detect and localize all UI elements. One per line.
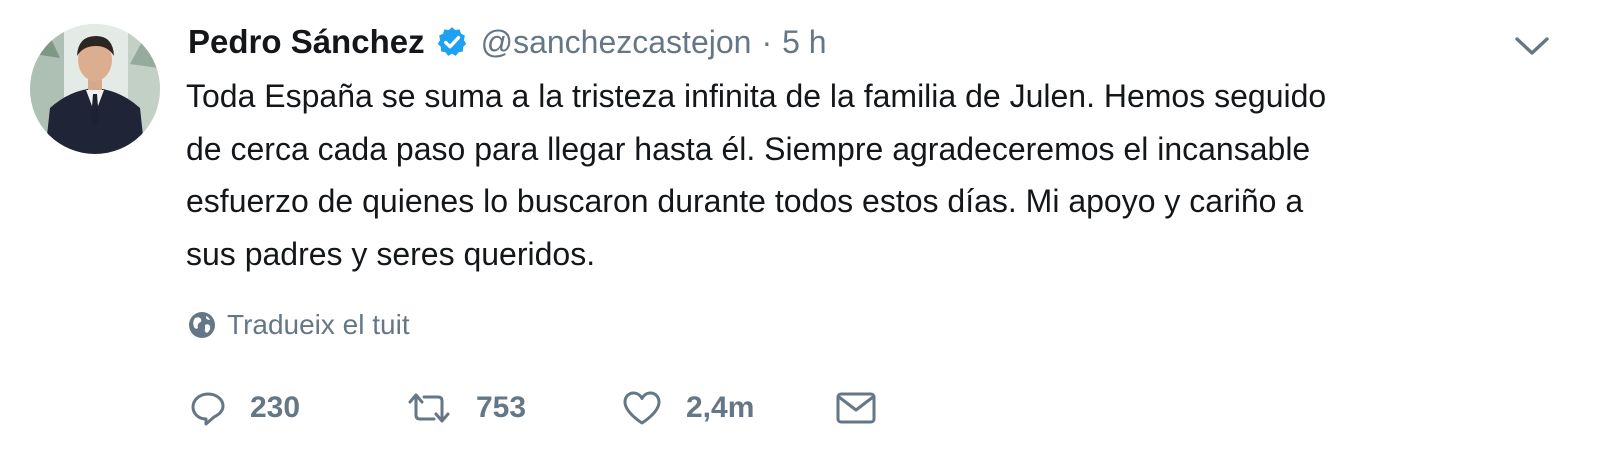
tweet-header: Pedro Sánchez @sanchezcastejon · 5 h bbox=[188, 18, 827, 66]
author-name[interactable]: Pedro Sánchez bbox=[188, 23, 425, 61]
globe-icon bbox=[187, 310, 217, 340]
like-button[interactable]: 2,4m bbox=[620, 383, 754, 433]
retweet-count: 753 bbox=[476, 391, 527, 424]
translate-label: Tradueix el tuit bbox=[227, 309, 410, 340]
translate-tweet-link[interactable]: Tradueix el tuit bbox=[187, 305, 410, 345]
heart-icon bbox=[620, 388, 664, 428]
separator-dot: · bbox=[761, 23, 773, 60]
author-handle[interactable]: @sanchezcastejon bbox=[481, 24, 752, 61]
tweet-timestamp[interactable]: 5 h bbox=[782, 24, 826, 61]
like-count: 2,4m bbox=[686, 391, 755, 424]
avatar-image bbox=[30, 24, 160, 154]
direct-message-button[interactable] bbox=[834, 383, 878, 433]
tweet-text: Toda España se suma a la tristeza infini… bbox=[186, 78, 1327, 272]
envelope-icon bbox=[834, 388, 878, 428]
reply-button[interactable]: 230 bbox=[188, 383, 300, 433]
chevron-down-icon[interactable] bbox=[1512, 32, 1552, 60]
reply-count: 230 bbox=[250, 391, 301, 424]
avatar[interactable] bbox=[30, 24, 160, 154]
reply-icon bbox=[188, 388, 228, 428]
tweet-card: Pedro Sánchez @sanchezcastejon · 5 h Tod… bbox=[0, 0, 1600, 456]
retweet-icon bbox=[404, 388, 454, 428]
verified-badge-icon bbox=[435, 25, 469, 59]
retweet-button[interactable]: 753 bbox=[404, 383, 526, 433]
